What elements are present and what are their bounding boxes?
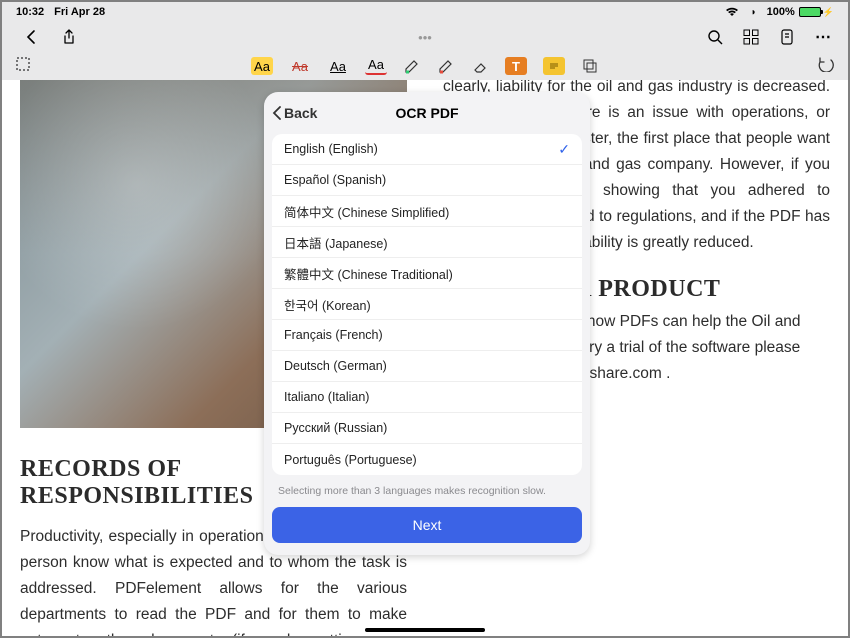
back-button[interactable]: Back	[272, 92, 317, 134]
undo-icon[interactable]	[816, 55, 834, 73]
battery-percent: 100%	[767, 6, 795, 18]
status-bar: 10:32 Fri Apr 28 ◗ 100% ⚡	[2, 2, 848, 22]
highlight-tool[interactable]: Aa	[251, 57, 273, 75]
grid-icon[interactable]	[742, 28, 760, 46]
lang-option-german[interactable]: Deutsch (German)	[272, 351, 582, 382]
marker-green-icon[interactable]	[403, 57, 421, 75]
battery-icon	[799, 7, 821, 17]
lang-option-portuguese[interactable]: Português (Portuguese)	[272, 444, 582, 475]
home-indicator[interactable]	[365, 628, 485, 632]
lang-option-chinese-simplified[interactable]: 简体中文 (Chinese Simplified)	[272, 196, 582, 227]
strikethrough-tool[interactable]: Aa	[289, 57, 311, 75]
moon-icon: ◗	[745, 3, 763, 21]
annotation-toolbar: Aa Aa Aa Aa T	[2, 52, 848, 80]
back-icon[interactable]	[22, 28, 40, 46]
modal-header: Back OCR PDF	[264, 92, 590, 134]
check-icon: ✓	[558, 141, 570, 158]
underline-tool[interactable]: Aa	[327, 57, 349, 75]
wifi-icon	[723, 3, 741, 21]
modal-hint: Selecting more than 3 languages makes re…	[264, 475, 590, 503]
bookmark-icon[interactable]	[778, 28, 796, 46]
lang-option-chinese-traditional[interactable]: 繁體中文 (Chinese Traditional)	[272, 258, 582, 289]
share-icon[interactable]	[60, 28, 78, 46]
language-list[interactable]: English (English)✓ Español (Spanish) 简体中…	[272, 134, 582, 475]
marker-red-icon[interactable]	[437, 57, 455, 75]
status-date: Fri Apr 28	[54, 6, 105, 18]
lang-option-spanish[interactable]: Español (Spanish)	[272, 165, 582, 196]
squiggly-tool[interactable]: Aa	[365, 57, 387, 75]
overflow-ellipsis[interactable]: •••	[418, 30, 432, 45]
stamp-tool-icon[interactable]	[581, 57, 599, 75]
lang-option-english[interactable]: English (English)✓	[272, 134, 582, 165]
modal-title: OCR PDF	[396, 105, 459, 121]
ocr-modal: Back OCR PDF English (English)✓ Español …	[264, 92, 590, 555]
more-icon[interactable]: ⋯	[814, 28, 832, 46]
sticky-note-tool[interactable]	[543, 57, 565, 75]
charging-icon: ⚡	[823, 7, 834, 18]
lang-option-italian[interactable]: Italiano (Italian)	[272, 382, 582, 413]
next-button[interactable]: Next	[272, 507, 582, 543]
lang-option-french[interactable]: Français (French)	[272, 320, 582, 351]
search-icon[interactable]	[706, 28, 724, 46]
eraser-icon[interactable]	[471, 57, 489, 75]
selection-icon[interactable]	[14, 55, 32, 73]
textbox-tool[interactable]: T	[505, 57, 527, 75]
lang-option-korean[interactable]: 한국어 (Korean)	[272, 289, 582, 320]
lang-option-russian[interactable]: Русский (Russian)	[272, 413, 582, 444]
lang-option-japanese[interactable]: 日本語 (Japanese)	[272, 227, 582, 258]
nav-bar: ••• Comment Edit PDF Fill & Sign Insert …	[2, 22, 848, 52]
back-label: Back	[284, 105, 317, 121]
status-time: 10:32	[16, 6, 44, 18]
